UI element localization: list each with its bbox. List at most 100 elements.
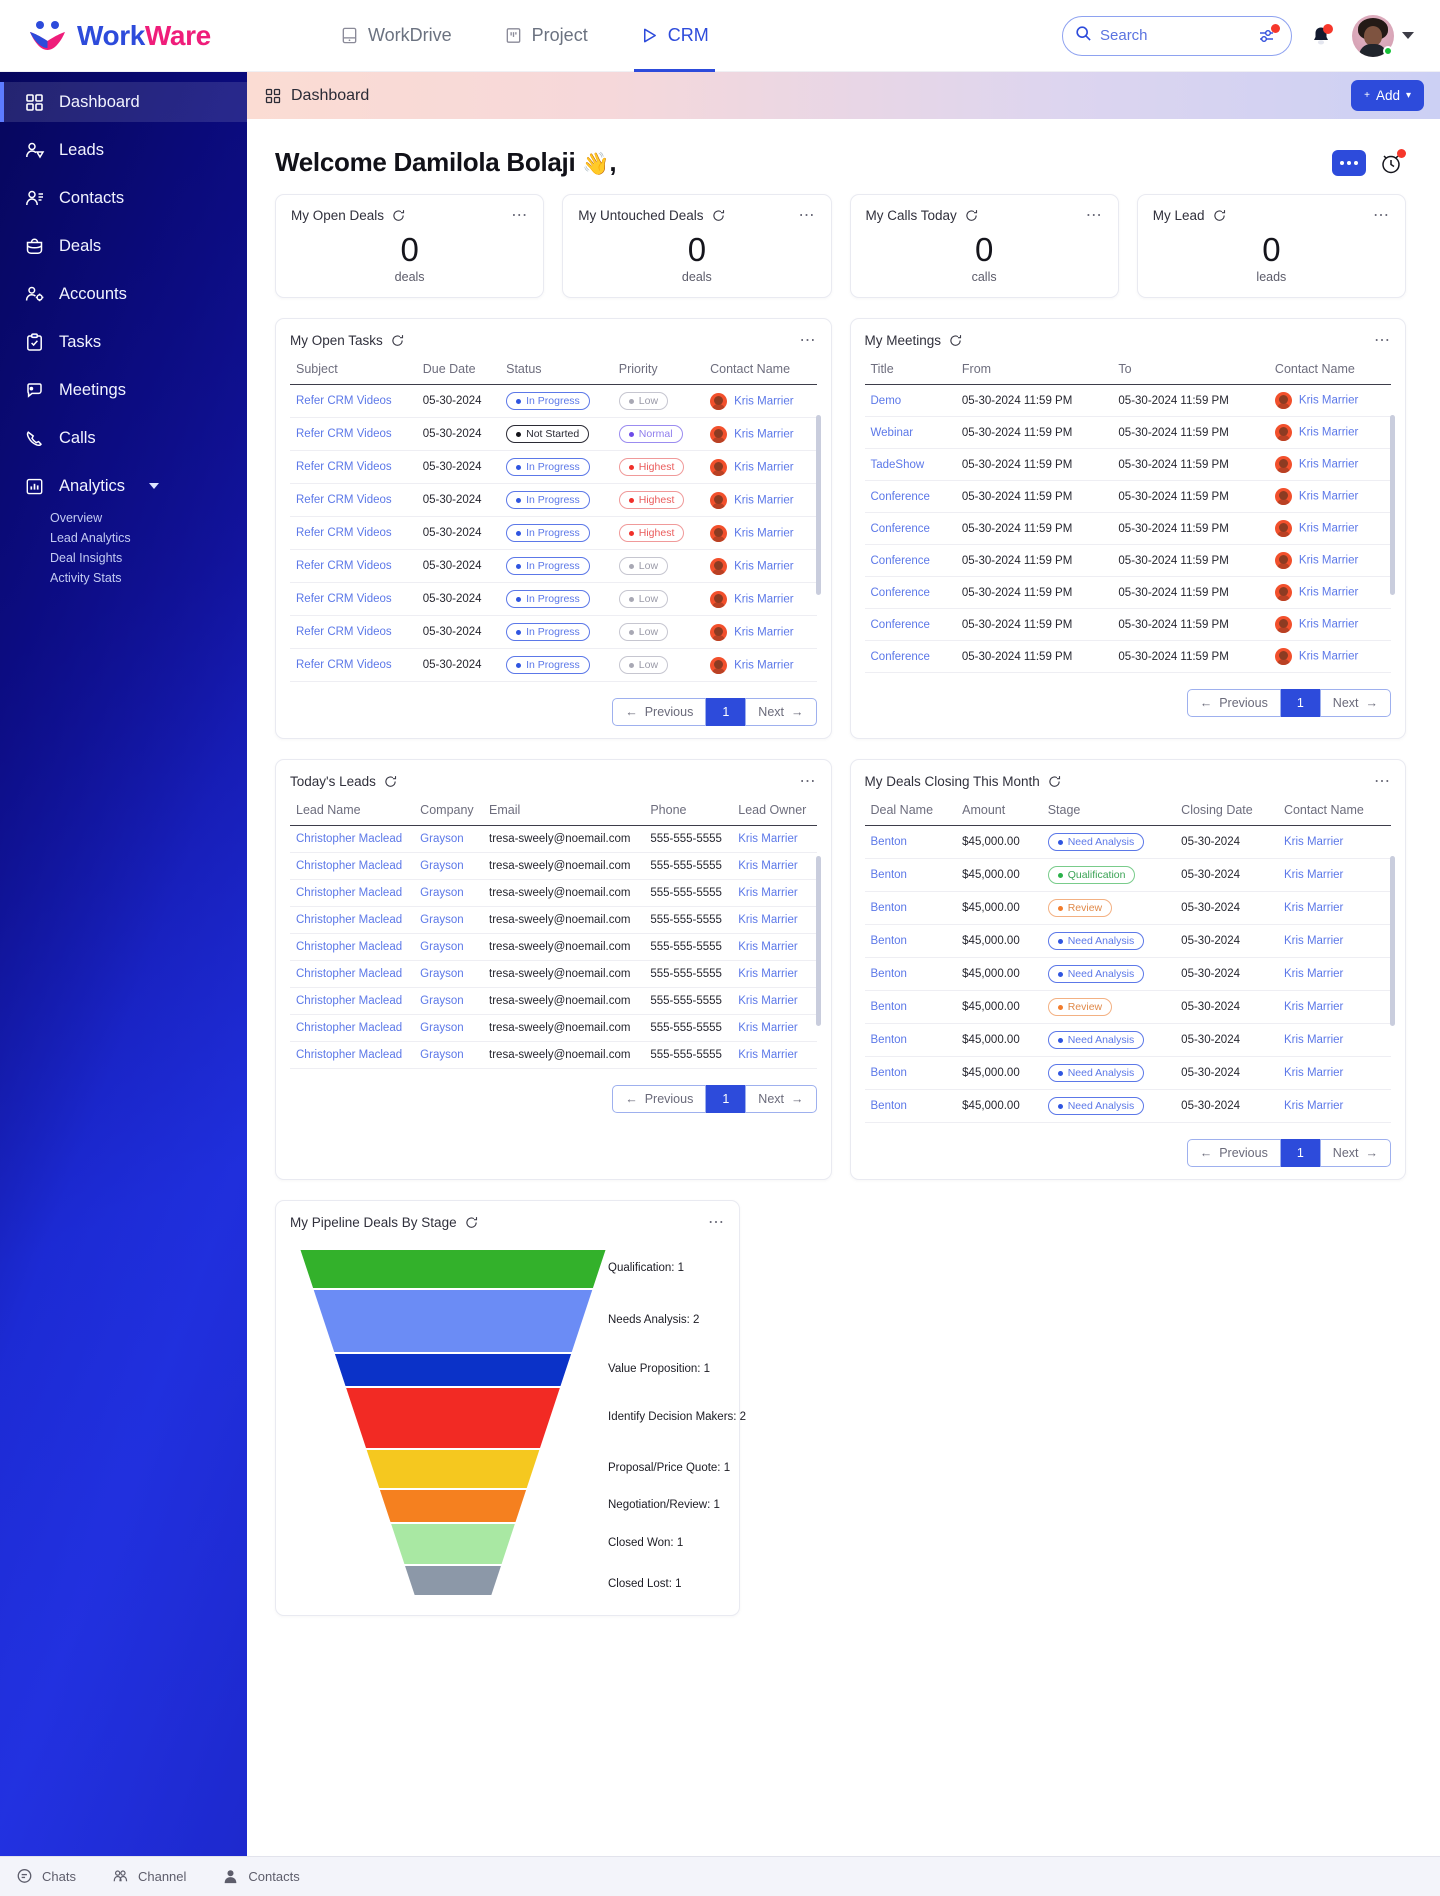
cell-contact[interactable]: Kris Marrier [1277,924,1391,958]
cell-contact[interactable]: Kris Marrier [704,417,817,451]
add-button[interactable]: + Add ▾ [1351,80,1424,111]
cell-lead-name[interactable]: Christopher Maclead [290,825,415,853]
cell-lead-name[interactable]: Christopher Maclead [290,879,415,907]
cell-contact[interactable]: Kris Marrier [1277,858,1391,892]
refresh-icon[interactable] [392,209,405,222]
table-row[interactable]: Conference 05-30-2024 11:59 PM 05-30-2024 … [864,608,1391,641]
card-menu-icon[interactable]: ⋯ [799,207,816,223]
table-row[interactable]: Christopher Maclead Grayson tresa-sweely@n… [290,1014,817,1042]
refresh-icon[interactable] [712,209,725,222]
cell-contact[interactable]: Kris Marrier [1268,640,1391,673]
sidebar-subitem-overview[interactable]: Overview [50,508,247,528]
cell-lead-owner[interactable]: Kris Marrier [732,960,817,988]
cell-title[interactable]: Conference [864,544,956,577]
sidebar-item-contacts[interactable]: Contacts [0,178,247,218]
cell-deal-name[interactable]: Benton [864,858,957,892]
search-bar[interactable] [1062,15,1292,56]
page-number-button[interactable]: 1 [1280,689,1320,717]
cell-contact[interactable]: Kris Marrier [704,516,817,550]
cell-contact[interactable]: Kris Marrier [1268,416,1391,449]
cell-subject[interactable]: Refer CRM Videos [290,582,417,616]
cell-subject[interactable]: Refer CRM Videos [290,450,417,484]
funnel-segment-6[interactable] [391,1524,515,1564]
cell-deal-name[interactable]: Benton [864,1089,957,1123]
page-number-button[interactable]: 1 [1280,1139,1320,1167]
table-row[interactable]: Benton $45,000.00 Review 05-30-2024 Kris Mar… [864,891,1391,925]
cell-subject[interactable]: Refer CRM Videos [290,549,417,583]
funnel-segment-0[interactable] [300,1250,606,1288]
meetings-scrollbar[interactable] [1390,415,1395,595]
table-row[interactable]: Refer CRM Videos 05-30-2024 In Progress Hig… [290,450,817,484]
card-menu-icon[interactable]: ⋯ [1374,332,1391,348]
cell-contact[interactable]: Kris Marrier [1277,990,1391,1024]
sidebar-subitem-activity-stats[interactable]: Activity Stats [50,568,247,588]
table-row[interactable]: Conference 05-30-2024 11:59 PM 05-30-2024 … [864,640,1391,673]
table-row[interactable]: Refer CRM Videos 05-30-2024 In Progress Low… [290,648,817,682]
card-menu-icon[interactable]: ⋯ [800,332,817,348]
cell-subject[interactable]: Refer CRM Videos [290,417,417,451]
funnel-segment-1[interactable] [313,1290,593,1352]
cell-lead-owner[interactable]: Kris Marrier [732,879,817,907]
next-page-button[interactable]: Next → [745,1085,817,1113]
user-menu-chevron-down-icon[interactable] [1402,32,1414,39]
table-row[interactable]: Conference 05-30-2024 11:59 PM 05-30-2024 … [864,544,1391,577]
table-row[interactable]: Refer CRM Videos 05-30-2024 In Progress Low… [290,384,817,418]
table-row[interactable]: Refer CRM Videos 05-30-2024 In Progress Low… [290,549,817,583]
table-row[interactable]: Webinar 05-30-2024 11:59 PM 05-30-2024 11:… [864,416,1391,449]
search-filter-icon[interactable] [1257,23,1280,47]
more-options-button[interactable] [1332,149,1366,176]
table-row[interactable]: Conference 05-30-2024 11:59 PM 05-30-2024 … [864,576,1391,609]
cell-lead-name[interactable]: Christopher Maclead [290,1014,415,1042]
cell-title[interactable]: Conference [864,608,956,641]
notifications-bell-icon[interactable] [1308,23,1334,49]
table-row[interactable]: Benton $45,000.00 Need Analysis 05-30-2024 K… [864,924,1391,958]
table-row[interactable]: Benton $45,000.00 Need Analysis 05-30-2024 K… [864,957,1391,991]
page-number-button[interactable]: 1 [706,1085,746,1113]
funnel-segment-3[interactable] [346,1388,560,1448]
cell-deal-name[interactable]: Benton [864,891,957,925]
sidebar-item-deals[interactable]: Deals [0,226,247,266]
table-row[interactable]: Benton $45,000.00 Need Analysis 05-30-2024 K… [864,1089,1391,1123]
card-menu-icon[interactable]: ⋯ [1373,207,1390,223]
next-page-button[interactable]: Next → [745,698,817,726]
cell-subject[interactable]: Refer CRM Videos [290,648,417,682]
bottombar-item-chats[interactable]: Chats [16,1868,76,1885]
cell-contact[interactable]: Kris Marrier [1277,825,1391,859]
cell-contact[interactable]: Kris Marrier [704,450,817,484]
cell-company[interactable]: Grayson [414,960,484,988]
card-menu-icon[interactable]: ⋯ [511,207,528,223]
page-number-button[interactable]: 1 [706,698,746,726]
breadcrumb[interactable]: Dashboard [265,87,369,105]
search-input[interactable] [1100,27,1249,44]
table-row[interactable]: Christopher Maclead Grayson tresa-sweely@n… [290,960,817,988]
sidebar-item-calls[interactable]: Calls [0,418,247,458]
deals-scrollbar[interactable] [1390,856,1395,1026]
tasks-scrollbar[interactable] [815,415,821,595]
previous-page-button[interactable]: ← Previous [612,698,707,726]
funnel-segment-7[interactable] [405,1566,501,1595]
card-menu-icon[interactable]: ⋯ [708,1214,725,1230]
bottombar-item-channel[interactable]: Channel [112,1868,186,1885]
table-row[interactable]: Christopher Maclead Grayson tresa-sweely@n… [290,825,817,853]
cell-contact[interactable]: Kris Marrier [704,615,817,649]
cell-contact[interactable]: Kris Marrier [704,648,817,682]
cell-contact[interactable]: Kris Marrier [1268,608,1391,641]
cell-title[interactable]: TadeShow [864,448,956,481]
previous-page-button[interactable]: ← Previous [1186,1139,1281,1167]
next-page-button[interactable]: Next → [1319,689,1391,717]
next-page-button[interactable]: Next → [1319,1139,1391,1167]
sidebar-item-analytics[interactable]: Analytics [0,466,247,506]
sidebar-subitem-lead-analytics[interactable]: Lead Analytics [50,528,247,548]
cell-contact[interactable]: Kris Marrier [704,384,817,418]
card-menu-icon[interactable]: ⋯ [1086,207,1103,223]
app-tab-project[interactable]: Project [504,0,588,72]
refresh-icon[interactable] [391,334,404,347]
sidebar-item-tasks[interactable]: Tasks [0,322,247,362]
refresh-icon[interactable] [965,209,978,222]
table-row[interactable]: TadeShow 05-30-2024 11:59 PM 05-30-2024 11… [864,448,1391,481]
cell-title[interactable]: Conference [864,512,956,545]
cell-deal-name[interactable]: Benton [864,825,957,859]
brand-logo-group[interactable]: WorkWare [0,19,300,53]
table-row[interactable]: Refer CRM Videos 05-30-2024 Not Started Nor… [290,417,817,451]
bottombar-item-contacts[interactable]: Contacts [222,1868,300,1885]
